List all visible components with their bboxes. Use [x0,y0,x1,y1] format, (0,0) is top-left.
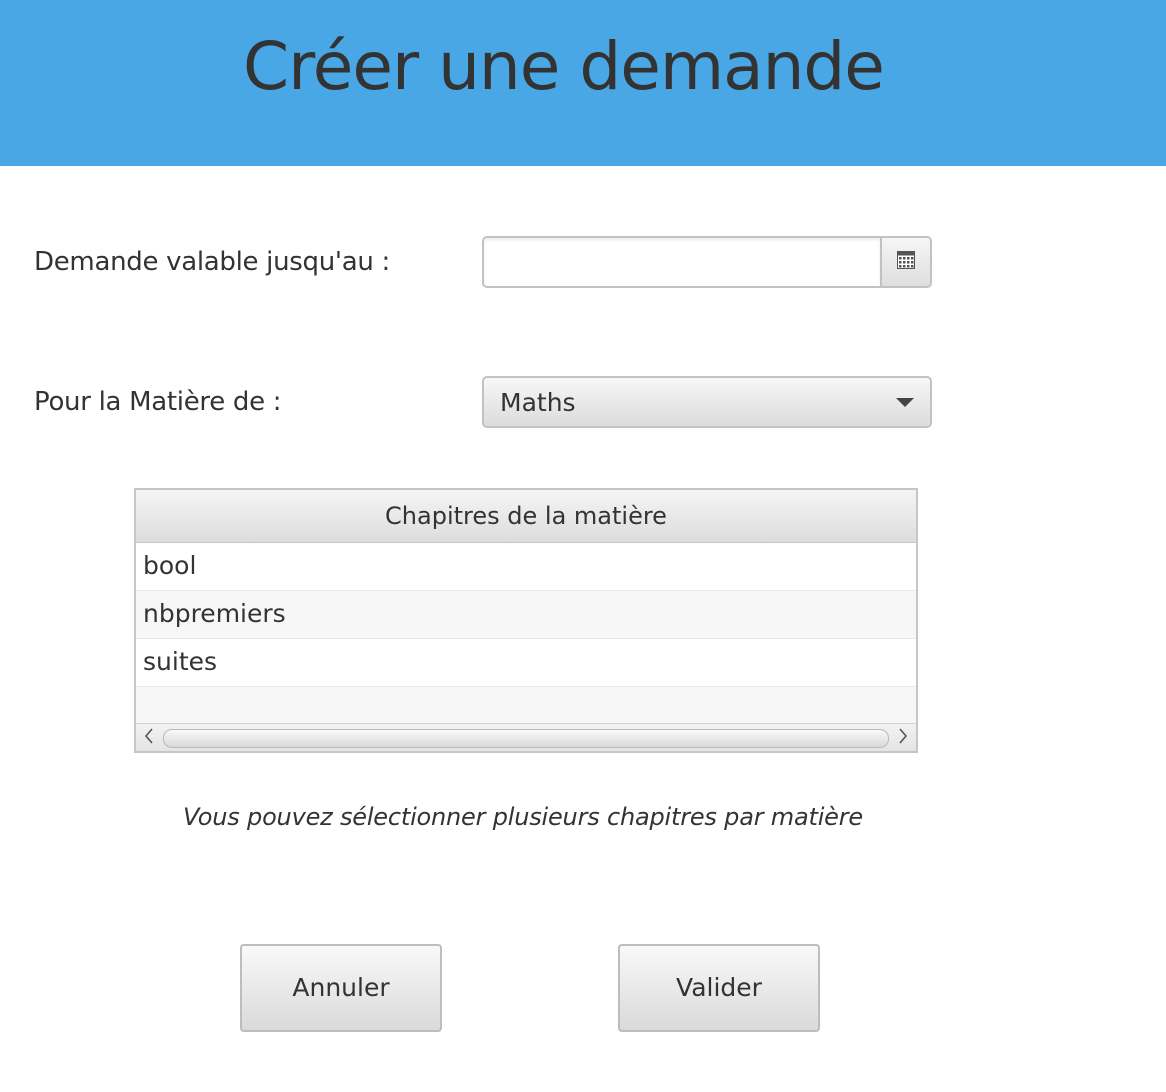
scroll-thumb[interactable] [163,729,889,748]
selection-hint: Vous pouvez sélectionner plusieurs chapi… [183,803,863,831]
date-picker [482,236,932,288]
scroll-right-button[interactable] [890,724,916,752]
empty-row [136,687,916,724]
page-title: Créer une demande [243,28,885,105]
calendar-icon [897,251,915,273]
table-row[interactable]: suites [136,639,916,687]
chevron-left-icon [144,728,154,748]
subject-label: Pour la Matière de : [34,387,282,417]
calendar-button[interactable] [880,238,930,286]
validate-button[interactable]: Valider [618,944,820,1032]
chapters-table: Chapitres de la matière bool nbpremiers … [134,488,918,753]
table-row[interactable]: bool [136,543,916,591]
subject-select[interactable]: Maths [482,376,932,428]
horizontal-scrollbar[interactable] [136,723,916,751]
subject-select-value: Maths [500,388,576,417]
scroll-left-button[interactable] [136,724,162,752]
chevron-right-icon [898,728,908,748]
chapters-column-header[interactable]: Chapitres de la matière [136,490,916,543]
date-label: Demande valable jusqu'au : [34,247,390,277]
date-input[interactable] [484,238,880,286]
chevron-down-icon [896,398,914,407]
page-header: Créer une demande [0,0,1166,166]
cancel-button[interactable]: Annuler [240,944,442,1032]
table-row[interactable]: nbpremiers [136,591,916,639]
